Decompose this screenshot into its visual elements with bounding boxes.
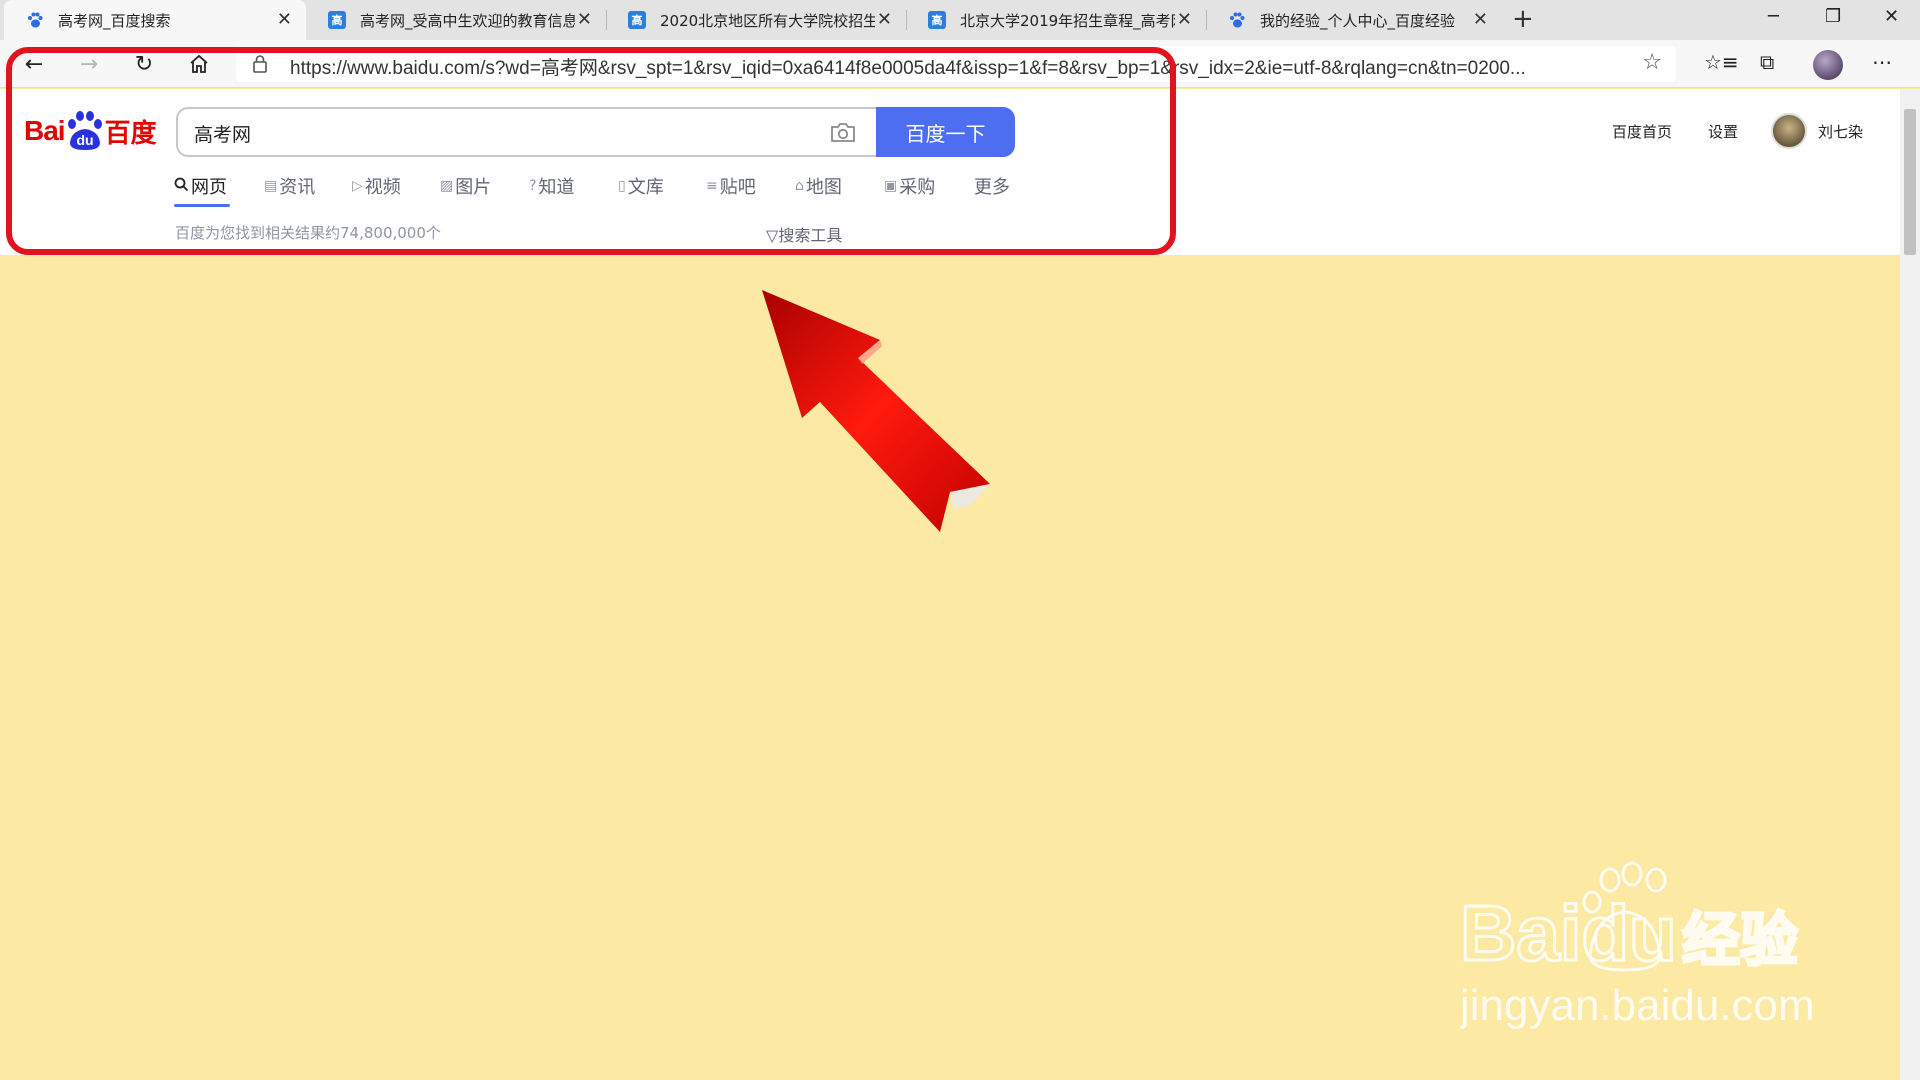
tab-title: 2020北京地区所有大学院校招生	[660, 11, 875, 30]
baidu-paw-icon	[26, 11, 44, 29]
user-avatar[interactable]	[1771, 113, 1807, 149]
window-close-icon[interactable]: ✕	[1884, 6, 1899, 27]
close-tab-icon[interactable]: ✕	[277, 9, 292, 30]
browser-tab-strip: 高考网_百度搜索 ✕ 高 高考网_受高中生欢迎的教育信息 ✕ 高 2020北京地…	[0, 0, 1920, 40]
minimize-icon[interactable]: ─	[1768, 6, 1779, 27]
close-tab-icon[interactable]: ✕	[877, 9, 892, 30]
favorite-star-icon[interactable]: ☆	[1642, 50, 1662, 75]
more-menu-icon[interactable]: ⋯	[1872, 50, 1892, 74]
page-scrollbar[interactable]	[1900, 89, 1920, 1080]
baidu-jingyan-watermark: Baidu 经验 jingyan.baidu.com	[1460, 861, 1815, 1030]
gaokao-favicon-icon: 高	[628, 11, 646, 29]
browser-tab[interactable]: 高 高考网_受高中生欢迎的教育信息 ✕	[306, 0, 607, 40]
close-tab-icon[interactable]: ✕	[577, 9, 592, 30]
browser-profile-avatar[interactable]	[1813, 50, 1843, 80]
watermark-product: 经验	[1682, 906, 1798, 974]
favorites-list-icon[interactable]: ☆≡	[1704, 50, 1739, 74]
tab-title: 我的经验_个人中心_百度经验	[1260, 11, 1456, 30]
baidu-home-link[interactable]: 百度首页	[1612, 121, 1672, 142]
close-tab-icon[interactable]: ✕	[1177, 9, 1192, 30]
browser-tab[interactable]: 高 2020北京地区所有大学院校招生 ✕	[606, 0, 907, 40]
tab-title: 高考网_百度搜索	[58, 11, 171, 30]
annotation-arrow-icon	[762, 290, 990, 532]
gaokao-favicon-icon: 高	[328, 11, 346, 29]
tab-title: 北京大学2019年招生章程_高考网	[960, 11, 1175, 30]
baidu-paw-icon	[1228, 11, 1246, 29]
new-tab-plus-icon[interactable]: +	[1512, 4, 1534, 34]
tab-title: 高考网_受高中生欢迎的教育信息	[360, 11, 575, 30]
annotation-highlight-box	[6, 47, 1176, 255]
scrollbar-thumb[interactable]	[1904, 109, 1916, 255]
restore-icon[interactable]: ❐	[1825, 6, 1841, 27]
browser-tab[interactable]: 我的经验_个人中心_百度经验 ✕	[1206, 0, 1502, 40]
collections-icon[interactable]: ⧉	[1760, 50, 1774, 74]
settings-link[interactable]: 设置	[1708, 121, 1738, 142]
browser-tab[interactable]: 高考网_百度搜索 ✕	[4, 0, 306, 40]
gaokao-favicon-icon: 高	[928, 11, 946, 29]
username-link[interactable]: 刘七染	[1818, 121, 1863, 142]
watermark-brand: Baidu	[1460, 889, 1677, 977]
browser-tab[interactable]: 高 北京大学2019年招生章程_高考网 ✕	[906, 0, 1207, 40]
watermark-domain: jingyan.baidu.com	[1460, 981, 1815, 1030]
close-tab-icon[interactable]: ✕	[1473, 9, 1488, 30]
